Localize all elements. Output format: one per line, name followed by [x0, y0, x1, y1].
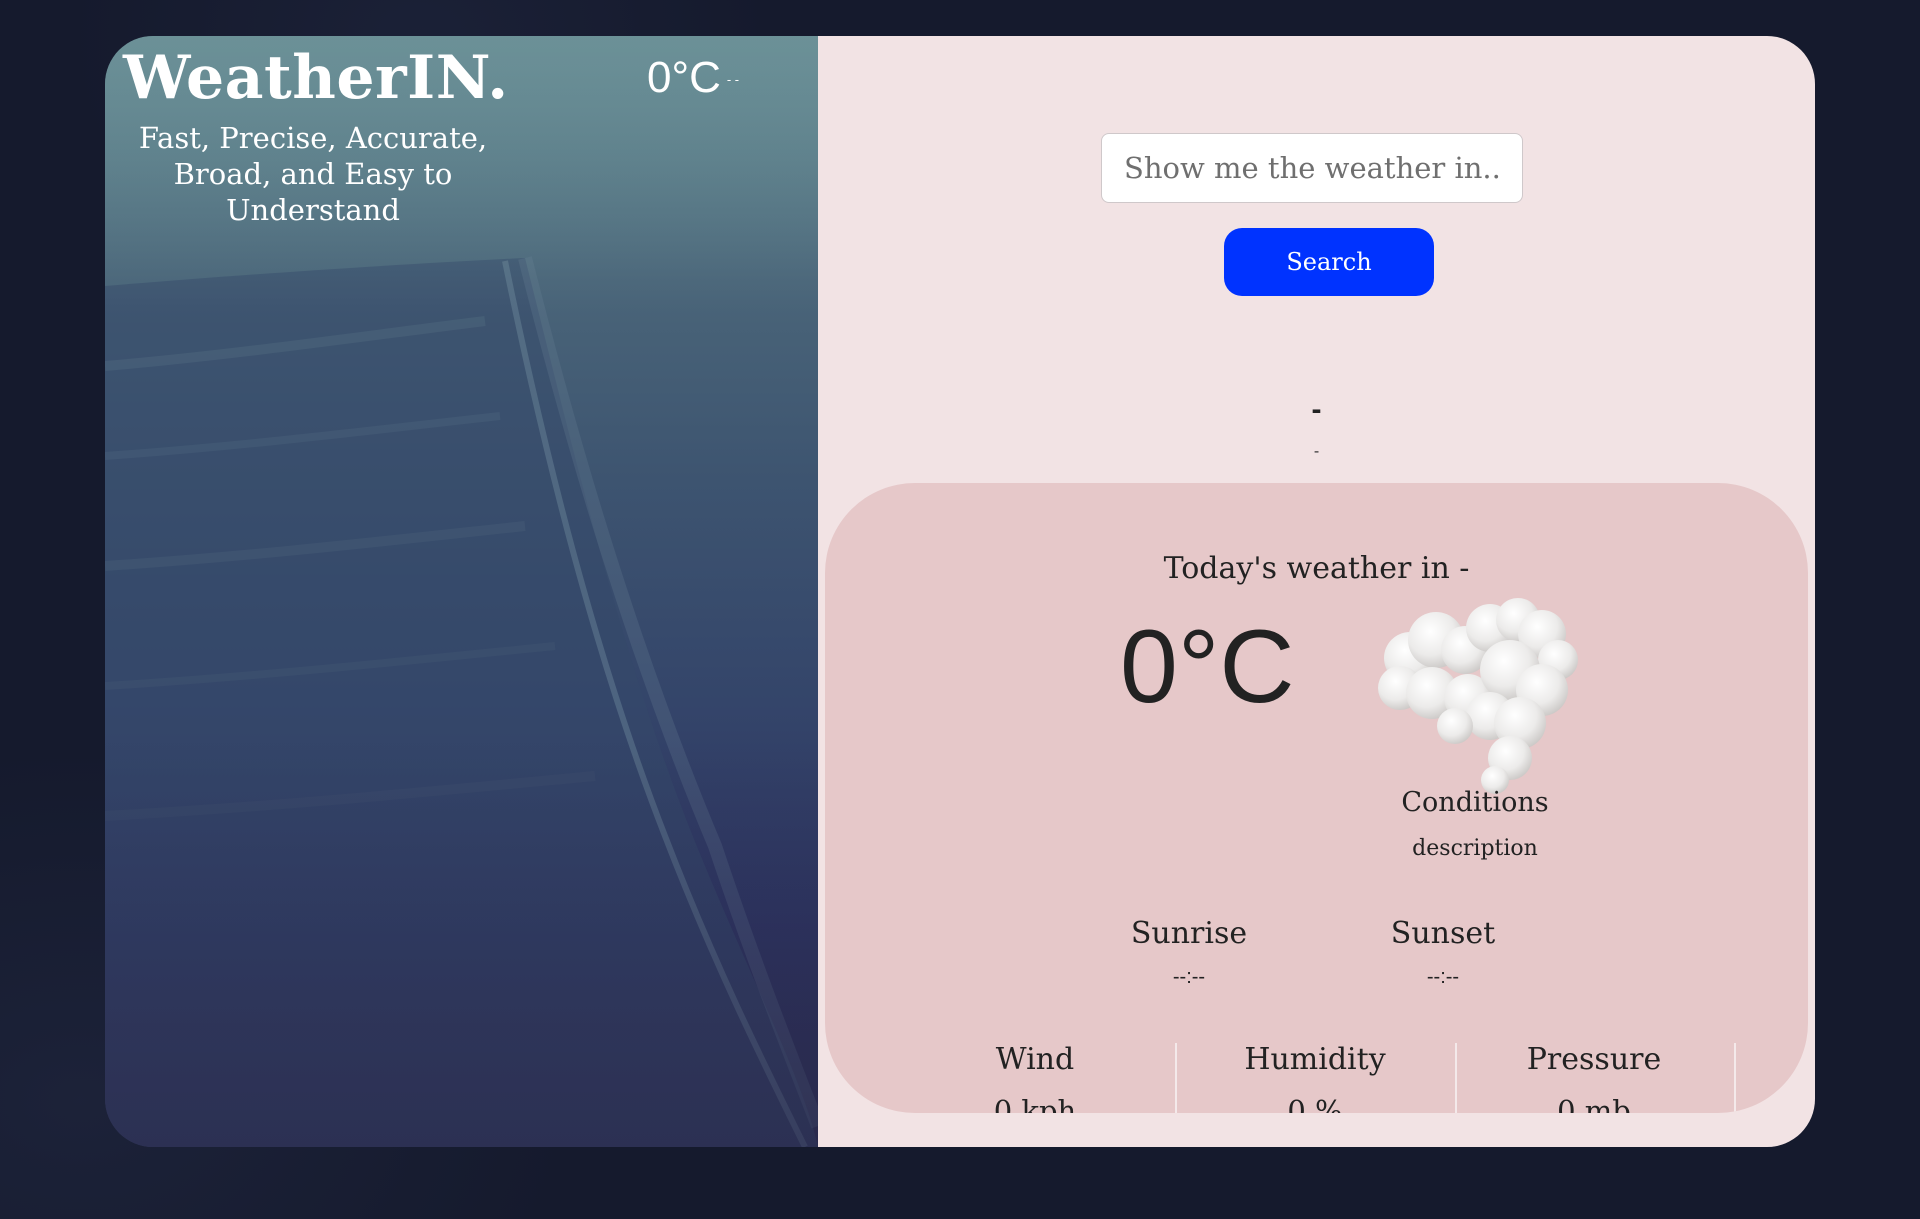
sunrise-time: --:-- — [1172, 966, 1206, 988]
pressure-stat: Pressure 0 mb — [1454, 1041, 1734, 1113]
search-and-forecast-panel: Search - - Today's weather in - 0°C — [818, 36, 1815, 1147]
current-temperature: 0°C — [1120, 609, 1295, 725]
sunset-label: Sunset — [1390, 916, 1496, 951]
header-temperature: 0°C — [647, 53, 721, 102]
today-weather-title: Today's weather in - — [1163, 551, 1470, 586]
conditions-label: Conditions — [1401, 787, 1549, 818]
humidity-stat: Humidity 0 % — [1175, 1041, 1455, 1113]
sunset-block: Sunset --:-- — [1333, 915, 1553, 989]
humidity-value: 0 % — [1287, 1094, 1343, 1113]
hero-panel: WeatherIN. Fast, Precise, Accurate, Broa… — [105, 36, 818, 1147]
humidity-label: Humidity — [1244, 1042, 1386, 1077]
sunrise-block: Sunrise --:-- — [1079, 915, 1299, 989]
stats-divider — [1175, 1043, 1177, 1113]
pressure-value: 0 mb — [1557, 1094, 1631, 1113]
weather-stats-row: Wind 0 kph Humidity 0 % Pressure 0 mb — [825, 1041, 1808, 1113]
header-temperature-readout: 0°C - - — [647, 50, 739, 108]
conditions-description: description — [1412, 836, 1538, 861]
cloud-icon — [1378, 598, 1578, 794]
brand-title: WeatherIN. — [123, 43, 509, 113]
stats-divider — [1455, 1043, 1457, 1113]
search-button[interactable]: Search — [1224, 228, 1434, 296]
today-weather-card: Today's weather in - 0°C Conditions desc… — [825, 483, 1808, 1113]
city-search-input[interactable] — [1101, 133, 1523, 203]
header-city: - - — [726, 72, 740, 88]
location-name: - — [1311, 393, 1322, 426]
app-card: WeatherIN. Fast, Precise, Accurate, Broa… — [105, 36, 1815, 1147]
wind-label: Wind — [995, 1042, 1075, 1077]
pressure-label: Pressure — [1526, 1042, 1662, 1077]
brand-tagline: Fast, Precise, Accurate, Broad, and Easy… — [138, 121, 488, 227]
wind-stat: Wind 0 kph — [895, 1041, 1175, 1113]
wind-value: 0 kph — [993, 1094, 1077, 1113]
sunset-time: --:-- — [1426, 966, 1460, 988]
stats-divider — [1734, 1043, 1736, 1113]
location-subtitle: - — [1313, 443, 1320, 460]
sunrise-label: Sunrise — [1130, 916, 1248, 951]
